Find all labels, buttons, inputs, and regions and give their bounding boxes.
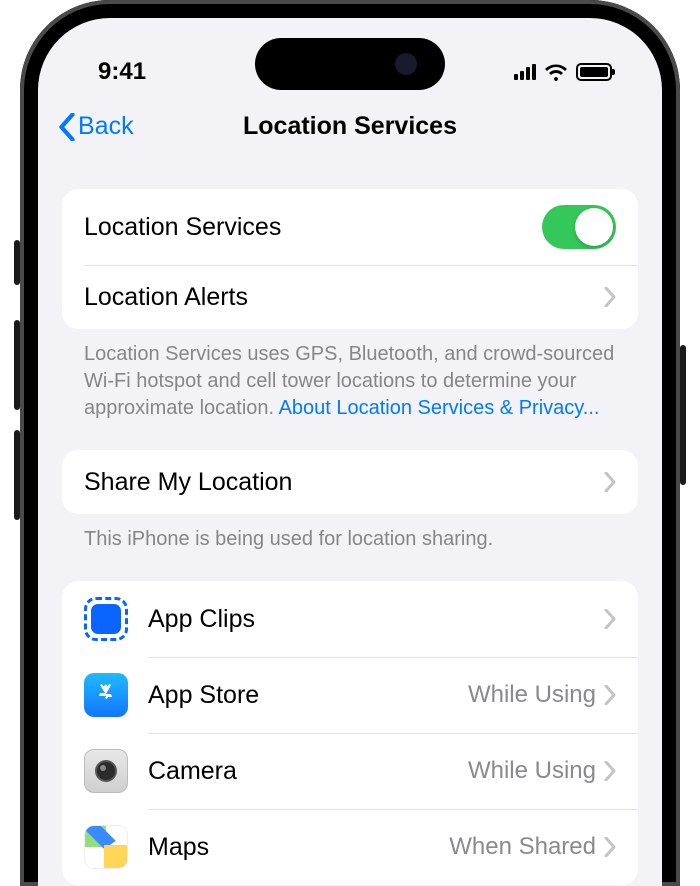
screen: 9:41 Back Location Services: [38, 18, 662, 886]
volume-down-button: [14, 430, 20, 520]
nav-bar: Back Location Services: [38, 98, 662, 161]
camera-icon: [84, 749, 128, 793]
chevron-right-icon: [604, 609, 616, 629]
group-share-location: Share My Location: [62, 450, 638, 514]
group-location-settings: Location Services Location Alerts: [62, 189, 638, 329]
app-clips-icon: [84, 597, 128, 641]
app-name: App Clips: [148, 605, 596, 634]
back-button[interactable]: Back: [58, 112, 134, 141]
cellular-signal-icon: [514, 64, 536, 80]
app-name: App Store: [148, 681, 468, 710]
chevron-right-icon: [604, 287, 616, 307]
location-services-toggle[interactable]: [542, 205, 616, 249]
silent-switch: [14, 240, 20, 285]
back-label: Back: [78, 112, 134, 141]
footer-location-description: Location Services uses GPS, Bluetooth, a…: [62, 329, 638, 422]
phone-frame: 9:41 Back Location Services: [20, 0, 680, 886]
chevron-right-icon: [604, 472, 616, 492]
footer-share-description: This iPhone is being used for location s…: [62, 514, 638, 553]
app-permission-value: While Using: [468, 681, 596, 709]
row-location-alerts[interactable]: Location Alerts: [62, 265, 638, 329]
chevron-left-icon: [58, 113, 76, 141]
status-indicators: [514, 63, 612, 81]
toggle-knob: [575, 208, 613, 246]
status-time: 9:41: [98, 58, 146, 86]
app-name: Camera: [148, 757, 468, 786]
content: Location Services Location Alerts Locati…: [38, 189, 662, 885]
row-label: Location Alerts: [84, 283, 604, 312]
app-permission-value: While Using: [468, 757, 596, 785]
row-label: Location Services: [84, 213, 542, 242]
maps-icon: [84, 825, 128, 869]
privacy-link[interactable]: About Location Services & Privacy...: [279, 397, 600, 419]
row-label: Share My Location: [84, 468, 604, 497]
chevron-right-icon: [604, 837, 616, 857]
app-name: Maps: [148, 833, 449, 862]
app-permission-value: When Shared: [449, 833, 596, 861]
wifi-icon: [544, 63, 568, 81]
row-app-clips[interactable]: App Clips: [62, 581, 638, 657]
row-location-services[interactable]: Location Services: [62, 189, 638, 265]
row-maps[interactable]: Maps When Shared: [62, 809, 638, 885]
row-camera[interactable]: Camera While Using: [62, 733, 638, 809]
chevron-right-icon: [604, 685, 616, 705]
group-apps: App Clips App Store While Using Camera W…: [62, 581, 638, 885]
app-store-icon: [84, 673, 128, 717]
volume-up-button: [14, 320, 20, 410]
row-share-my-location[interactable]: Share My Location: [62, 450, 638, 514]
page-title: Location Services: [243, 112, 457, 141]
dynamic-island: [255, 38, 445, 90]
row-app-store[interactable]: App Store While Using: [62, 657, 638, 733]
chevron-right-icon: [604, 761, 616, 781]
power-button: [680, 345, 686, 485]
battery-icon: [576, 63, 612, 81]
